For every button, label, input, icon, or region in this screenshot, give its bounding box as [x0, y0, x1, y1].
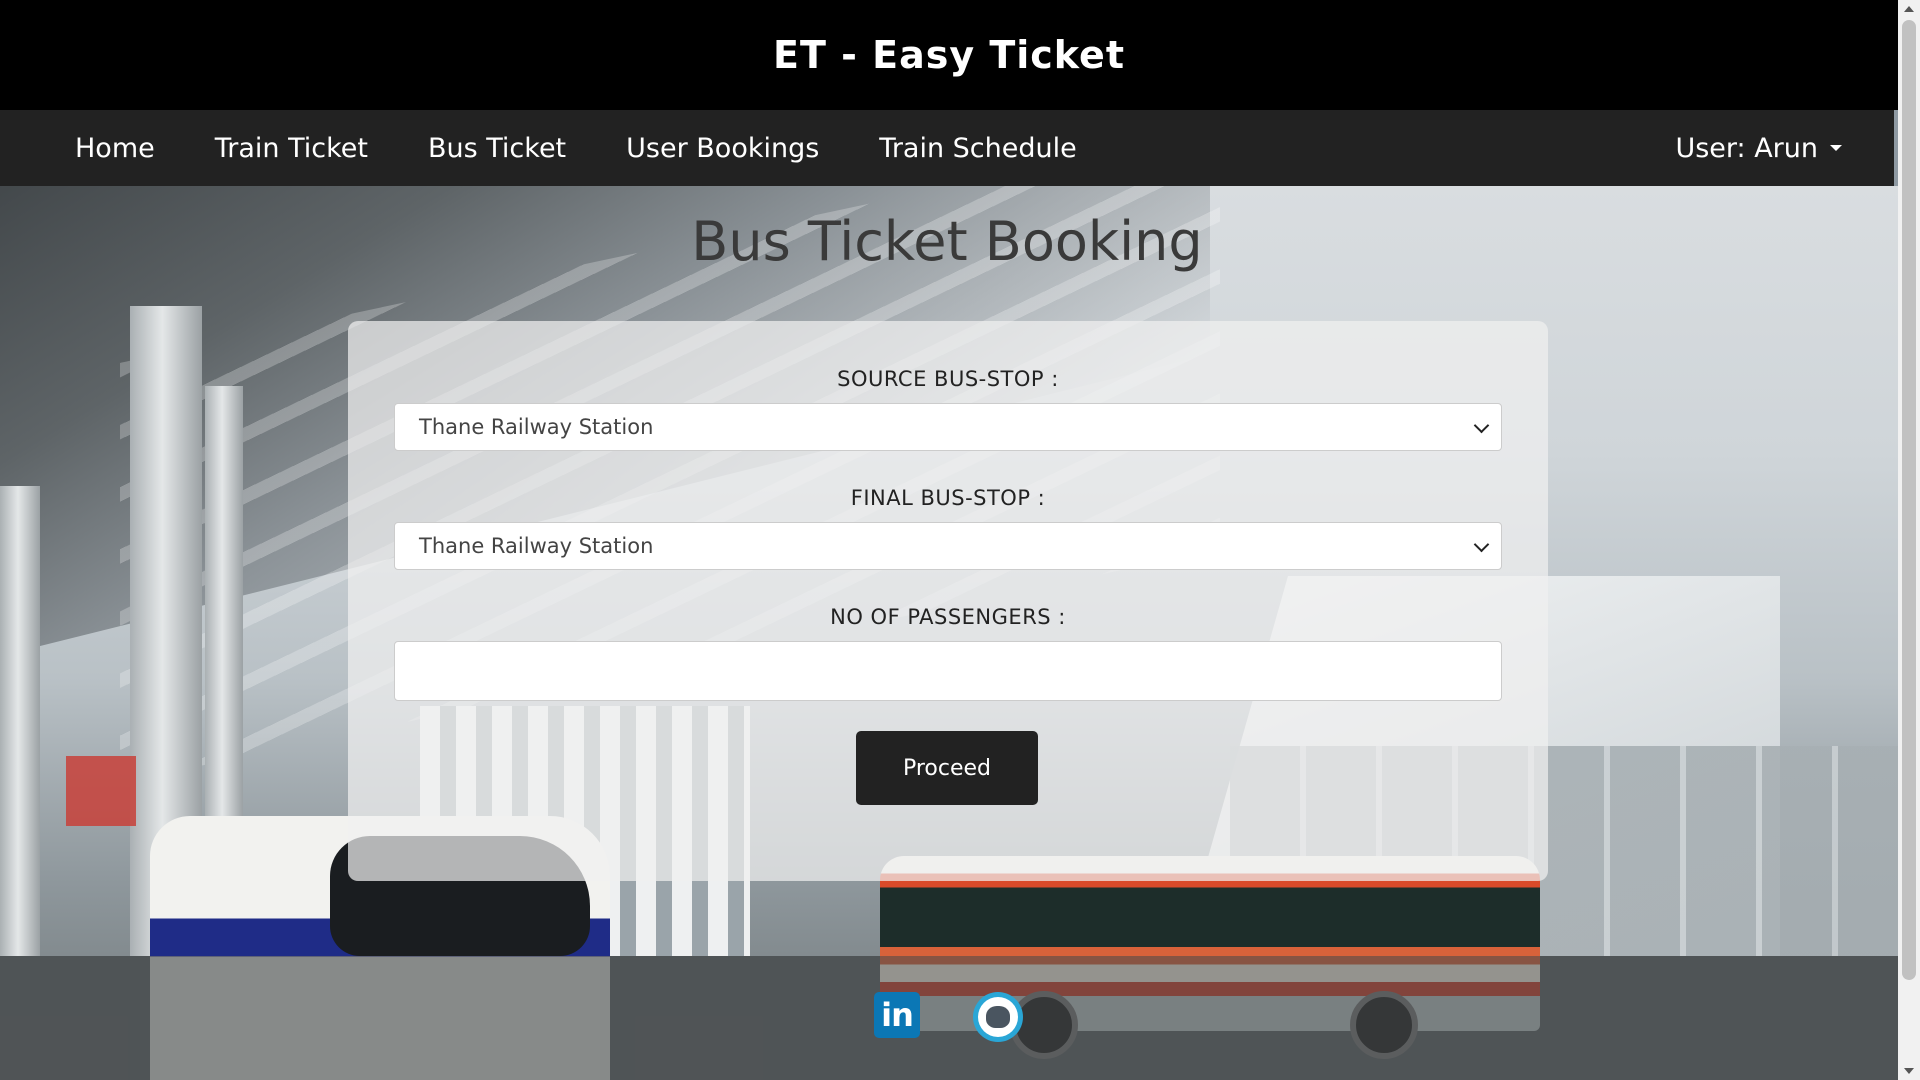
- site-footer: [0, 956, 1898, 1080]
- scroll-down-arrow-icon[interactable]: [1904, 1068, 1914, 1074]
- chevron-down-icon: [1473, 417, 1490, 434]
- scrollbar-thumb[interactable]: [1902, 20, 1916, 980]
- linkedin-icon[interactable]: in: [874, 992, 920, 1038]
- nav-train-ticket[interactable]: Train Ticket: [215, 133, 368, 164]
- site-header: ET - Easy Ticket: [0, 0, 1898, 110]
- caret-down-icon: [1830, 145, 1842, 151]
- final-stop-value: Thane Railway Station: [419, 534, 654, 558]
- chevron-down-icon: [1473, 536, 1490, 553]
- page-title: Bus Ticket Booking: [691, 210, 1203, 273]
- source-stop-select[interactable]: Thane Railway Station: [394, 403, 1502, 451]
- main-navbar: Home Train Ticket Bus Ticket User Bookin…: [0, 110, 1894, 186]
- github-icon[interactable]: [973, 992, 1023, 1042]
- source-stop-value: Thane Railway Station: [419, 415, 654, 439]
- site-title: ET - Easy Ticket: [773, 33, 1125, 77]
- proceed-button[interactable]: Proceed: [856, 731, 1038, 805]
- user-menu-dropdown[interactable]: User: Arun: [1675, 133, 1842, 164]
- source-stop-label: SOURCE BUS-STOP :: [837, 367, 1059, 391]
- passengers-label: NO OF PASSENGERS :: [830, 605, 1066, 629]
- page-scrollbar[interactable]: [1898, 0, 1920, 1080]
- nav-train-schedule[interactable]: Train Schedule: [879, 133, 1076, 164]
- user-menu-label: User: Arun: [1675, 132, 1818, 164]
- github-icon-circle: [978, 997, 1018, 1037]
- booking-form-card: SOURCE BUS-STOP : Thane Railway Station …: [348, 321, 1548, 881]
- final-stop-label: FINAL BUS-STOP :: [850, 486, 1046, 510]
- final-stop-select[interactable]: Thane Railway Station: [394, 522, 1502, 570]
- nav-user-bookings[interactable]: User Bookings: [626, 133, 819, 164]
- passengers-input[interactable]: [394, 641, 1502, 701]
- nav-home[interactable]: Home: [75, 133, 155, 164]
- octocat-icon: [986, 1006, 1010, 1028]
- platform-sign: [66, 756, 136, 826]
- scroll-up-arrow-icon[interactable]: [1904, 6, 1914, 12]
- nav-bus-ticket[interactable]: Bus Ticket: [428, 133, 566, 164]
